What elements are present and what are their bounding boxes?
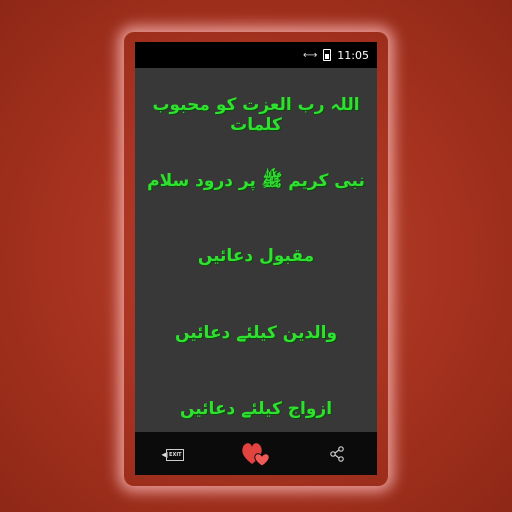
exit-icon: ◀ EXIT — [161, 447, 186, 461]
phone-screen: ⟷ 11:05 اللہ رب العزت کو محبوب کلمات نبی… — [135, 42, 377, 475]
bottom-nav-bar: ◀ EXIT — [135, 432, 377, 475]
menu-list: اللہ رب العزت کو محبوب کلمات نبی کریم ﷺ … — [135, 68, 377, 432]
share-button[interactable] — [317, 437, 357, 471]
menu-item-beloved-words[interactable]: اللہ رب العزت کو محبوب کلمات — [135, 94, 377, 135]
exit-button[interactable]: ◀ EXIT — [155, 437, 195, 471]
share-icon — [329, 445, 344, 462]
menu-item-accepted-duas[interactable]: مقبول دعائیں — [135, 246, 377, 266]
menu-item-durood[interactable]: نبی کریم ﷺ پر درود سلام — [135, 170, 377, 195]
menu-item-parents-duas[interactable]: والدین کیلئے دعائیں — [135, 322, 377, 343]
menu-item-spouse-duas[interactable]: ازواج کیلئے دعائیں — [135, 398, 377, 419]
status-bar: ⟷ 11:05 — [135, 42, 377, 68]
favorite-hearts-icon — [242, 442, 270, 467]
status-time: 11:05 — [337, 48, 369, 62]
favorites-button[interactable] — [236, 437, 276, 471]
battery-icon — [323, 49, 332, 61]
data-arrows-icon: ⟷ — [302, 49, 318, 61]
